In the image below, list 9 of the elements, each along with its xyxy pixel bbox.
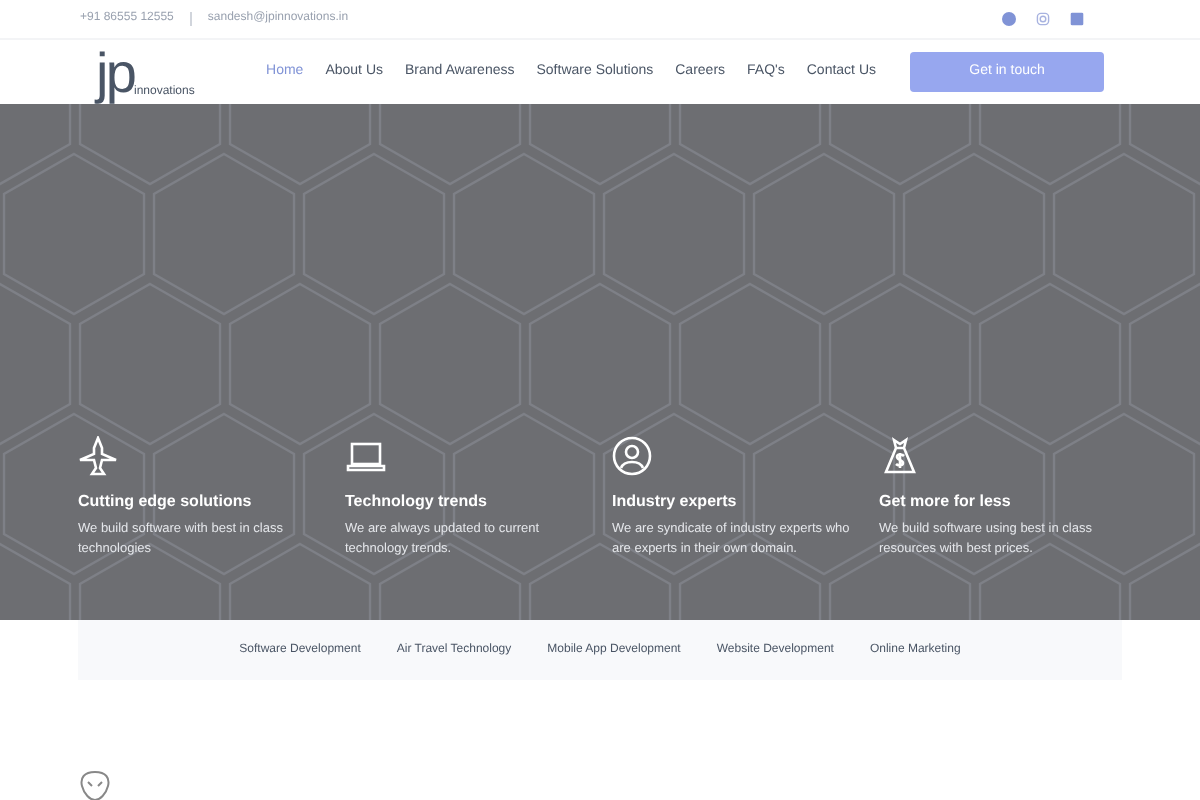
money-bag-icon — [879, 436, 919, 476]
feature-title: Get more for less — [879, 490, 1011, 514]
instagram-icon[interactable] — [1036, 12, 1050, 26]
feature-title: Industry experts — [612, 490, 737, 514]
feature-title: Cutting edge solutions — [78, 490, 252, 514]
alien-icon — [78, 770, 112, 800]
feature-title: Technology trends — [345, 490, 487, 514]
user-icon — [612, 436, 652, 476]
airplane-icon — [78, 436, 118, 476]
